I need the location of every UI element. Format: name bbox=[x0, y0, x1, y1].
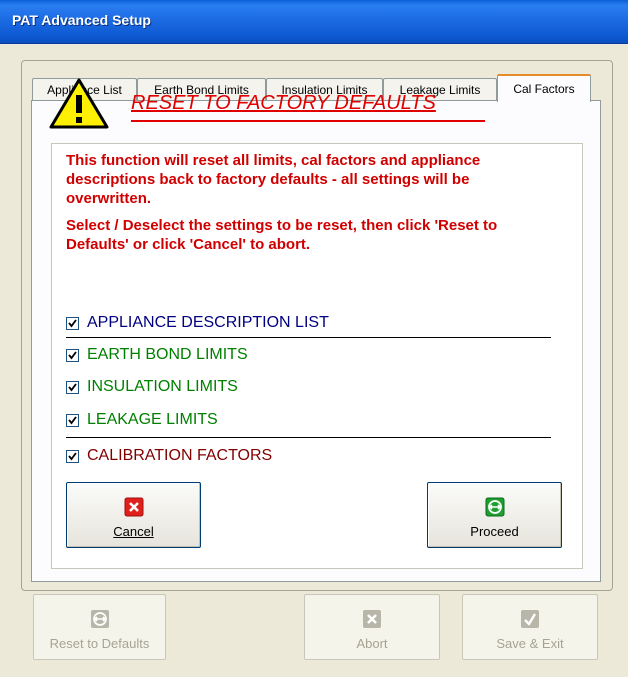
check-mark-icon bbox=[68, 382, 77, 391]
save-and-exit-button[interactable]: Save & Exit bbox=[462, 594, 598, 660]
tab-cal-factors[interactable]: Cal Factors bbox=[497, 74, 591, 102]
option-label: CALIBRATION FACTORS bbox=[87, 447, 273, 464]
save-check-icon bbox=[521, 610, 539, 628]
option-insulation-limits[interactable]: INSULATION LIMITS bbox=[66, 376, 238, 398]
abort-label: Abort bbox=[356, 636, 388, 651]
divider bbox=[66, 437, 551, 438]
cancel-label: Cancel bbox=[113, 524, 154, 539]
checkbox[interactable] bbox=[66, 348, 79, 362]
window-title: PAT Advanced Setup bbox=[12, 12, 151, 28]
save-and-exit-label: Save & Exit bbox=[496, 636, 564, 651]
reset-instructions-message: Select / Deselect the settings to be res… bbox=[66, 217, 498, 253]
title-bar[interactable]: PAT Advanced Setup bbox=[0, 0, 628, 44]
option-label: APPLIANCE DESCRIPTION LIST bbox=[87, 314, 329, 331]
option-appliance-description-list[interactable]: APPLIANCE DESCRIPTION LIST bbox=[66, 312, 329, 334]
reset-warning-message: This function will reset all limits, cal… bbox=[66, 152, 481, 207]
option-earth-bond-limits[interactable]: EARTH BOND LIMITS bbox=[66, 344, 248, 366]
check-mark-icon bbox=[68, 350, 77, 359]
option-label: INSULATION LIMITS bbox=[87, 378, 238, 395]
reset-to-defaults-label: Reset to Defaults bbox=[49, 636, 150, 651]
check-mark-icon bbox=[68, 318, 77, 327]
abort-x-icon bbox=[363, 610, 381, 628]
checkbox[interactable] bbox=[66, 316, 79, 330]
divider bbox=[66, 337, 551, 338]
option-label: LEAKAGE LIMITS bbox=[87, 411, 218, 428]
option-leakage-limits[interactable]: LEAKAGE LIMITS bbox=[66, 409, 218, 431]
option-calibration-factors[interactable]: CALIBRATION FACTORS bbox=[66, 445, 272, 467]
reset-heading: RESET TO FACTORY DEFAULTS bbox=[131, 92, 485, 122]
check-mark-icon bbox=[68, 415, 77, 424]
warning-icon bbox=[49, 78, 109, 129]
check-mark-icon bbox=[68, 451, 77, 460]
checkbox[interactable] bbox=[66, 413, 79, 427]
option-label: EARTH BOND LIMITS bbox=[87, 346, 248, 363]
proceed-button[interactable]: Proceed bbox=[427, 482, 562, 548]
checkbox[interactable] bbox=[66, 449, 79, 463]
checkbox[interactable] bbox=[66, 380, 79, 394]
cancel-x-icon bbox=[124, 497, 143, 517]
proceed-arrows-icon bbox=[485, 497, 504, 517]
cancel-button[interactable]: Cancel bbox=[66, 482, 201, 548]
proceed-label: Proceed bbox=[470, 524, 519, 539]
reset-arrows-icon bbox=[90, 610, 109, 628]
reset-to-defaults-button[interactable]: Reset to Defaults bbox=[33, 594, 166, 660]
abort-button[interactable]: Abort bbox=[304, 594, 440, 660]
